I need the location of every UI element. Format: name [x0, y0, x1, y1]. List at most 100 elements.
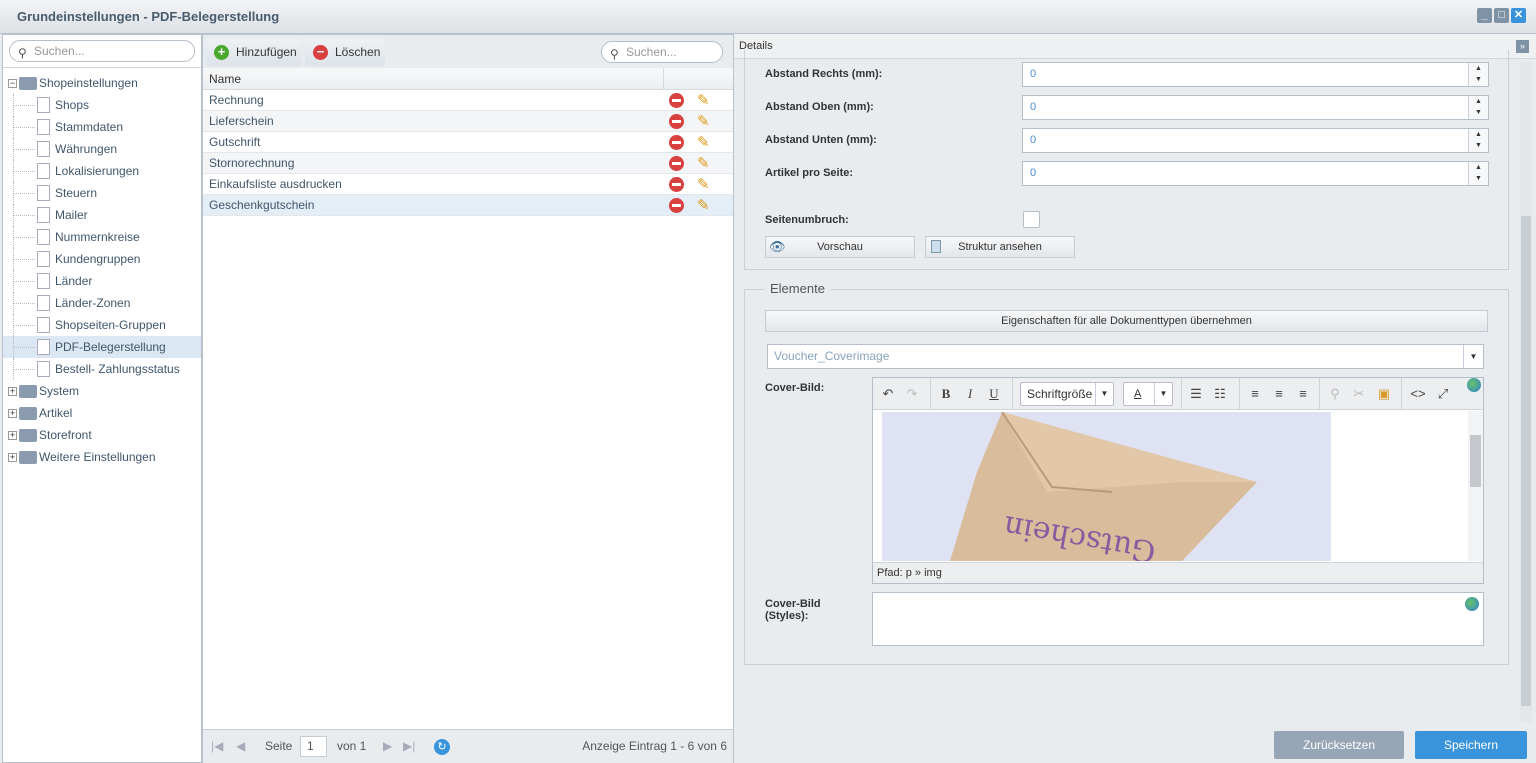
spinner-icon[interactable]: ▲ ▼ [1468, 63, 1488, 86]
collapse-icon[interactable]: − [8, 79, 17, 88]
save-button[interactable]: Speichern [1415, 731, 1527, 759]
cover-editor[interactable]: ↶ ↷ B I U Schriftgröße ▼ A ▼ ☰ ☷ ≡ ≡ ≡ ⚲ ✂… [872, 377, 1484, 584]
tree-folder[interactable]: + Artikel [3, 402, 201, 424]
cover-image[interactable]: Gutschein [882, 412, 1331, 561]
expand-icon[interactable]: + [8, 453, 17, 462]
globe-icon[interactable] [1467, 378, 1481, 392]
page-input[interactable]: 1 [300, 736, 327, 757]
text-color-button[interactable]: A ▼ [1123, 382, 1173, 406]
expand-icon[interactable]: + [8, 431, 17, 440]
edit-pencil-icon[interactable]: ✎ [697, 196, 710, 216]
reset-button[interactable]: Zurücksetzen [1274, 731, 1404, 759]
tree-item[interactable]: Lokalisierungen [3, 160, 201, 182]
edit-pencil-icon[interactable]: ✎ [697, 133, 710, 153]
structure-button[interactable]: Struktur ansehen [925, 236, 1075, 258]
tree-item[interactable]: Shops [3, 94, 201, 116]
chevron-down-icon[interactable]: ▼ [1463, 345, 1483, 368]
tree-folder-shopeinstellungen[interactable]: − Shopeinstellungen [3, 72, 201, 94]
insert-image-icon[interactable]: ▣ [1375, 378, 1393, 410]
cover-styles-input[interactable] [872, 592, 1484, 646]
spinner-icon[interactable]: ▲ ▼ [1468, 129, 1488, 152]
delete-row-icon[interactable] [669, 93, 684, 108]
editor-scrollbar[interactable] [1468, 411, 1483, 561]
table-row[interactable]: Geschenkgutschein ✎ [203, 195, 733, 216]
tree-folder[interactable]: + Storefront [3, 424, 201, 446]
pagebreak-checkbox[interactable] [1023, 211, 1040, 228]
tree-folder[interactable]: + Weitere Einstellungen [3, 446, 201, 468]
apply-all-button[interactable]: Eigenschaften für alle Dokumenttypen übe… [765, 310, 1488, 332]
spinner-icon[interactable]: ▲ ▼ [1468, 96, 1488, 119]
number-field[interactable]: 0 ▲ ▼ [1022, 62, 1489, 87]
delete-row-icon[interactable] [669, 114, 684, 129]
font-size-select[interactable]: Schriftgröße ▼ [1020, 382, 1114, 406]
italic-icon[interactable]: I [961, 378, 979, 410]
tree-folder[interactable]: + System [3, 380, 201, 402]
tree-item[interactable]: Währungen [3, 138, 201, 160]
tree-item[interactable]: Stammdaten [3, 116, 201, 138]
number-field[interactable]: 0 ▲ ▼ [1022, 161, 1489, 186]
tree-item[interactable]: Mailer [3, 204, 201, 226]
close-button[interactable]: ✕ [1511, 8, 1526, 23]
source-code-icon[interactable]: <> [1409, 378, 1427, 410]
add-button[interactable]: + Hinzufügen [206, 39, 302, 66]
bullet-list-icon[interactable]: ☰ [1187, 378, 1205, 410]
fullscreen-icon[interactable]: ⤢ [1434, 378, 1452, 410]
align-right-icon[interactable]: ≡ [1294, 378, 1312, 410]
expand-icon[interactable]: + [8, 387, 17, 396]
document-icon [37, 229, 50, 245]
collapse-panel-icon[interactable]: » [1516, 40, 1529, 53]
element-select[interactable]: Voucher_Coverimage ▼ [767, 344, 1484, 369]
tree-item[interactable]: Bestell- Zahlungsstatus [3, 358, 201, 380]
undo-icon[interactable]: ↶ [879, 378, 897, 410]
tree-item[interactable]: Kundengruppen [3, 248, 201, 270]
first-page-icon[interactable]: |◀ [211, 730, 223, 763]
preview-button[interactable]: 👁 Vorschau [765, 236, 915, 258]
delete-row-icon[interactable] [669, 198, 684, 213]
tree-item[interactable]: Länder-Zonen [3, 292, 201, 314]
minimize-button[interactable]: _ [1477, 8, 1492, 23]
underline-icon[interactable]: U [985, 378, 1003, 410]
tree-item[interactable]: Länder [3, 270, 201, 292]
redo-icon[interactable]: ↷ [903, 378, 921, 410]
next-page-icon[interactable]: ▶ [383, 730, 392, 763]
chevron-down-icon[interactable]: ▼ [1154, 383, 1172, 405]
grid-search-input[interactable]: ⚲ Suchen... [601, 41, 723, 63]
number-field[interactable]: 0 ▲ ▼ [1022, 95, 1489, 120]
edit-pencil-icon[interactable]: ✎ [697, 154, 710, 174]
plus-icon: + [214, 45, 229, 60]
spinner-icon[interactable]: ▲ ▼ [1468, 162, 1488, 185]
edit-pencil-icon[interactable]: ✎ [697, 112, 710, 132]
align-center-icon[interactable]: ≡ [1270, 378, 1288, 410]
details-scrollbar[interactable] [1520, 62, 1532, 722]
tree-item[interactable]: PDF-Belegerstellung [3, 336, 201, 358]
number-field[interactable]: 0 ▲ ▼ [1022, 128, 1489, 153]
tree-item[interactable]: Shopseiten-Gruppen [3, 314, 201, 336]
align-left-icon[interactable]: ≡ [1246, 378, 1264, 410]
link-icon[interactable]: ⚲ [1326, 378, 1344, 410]
table-row[interactable]: Einkaufsliste ausdrucken ✎ [203, 174, 733, 195]
table-row[interactable]: Rechnung ✎ [203, 90, 733, 111]
unlink-icon[interactable]: ✂ [1350, 378, 1368, 410]
delete-button[interactable]: − Löschen [305, 39, 385, 66]
chevron-down-icon[interactable]: ▼ [1095, 383, 1113, 405]
globe-icon[interactable] [1465, 597, 1479, 611]
tree-item[interactable]: Nummernkreise [3, 226, 201, 248]
tree-search-input[interactable]: ⚲ Suchen... [9, 40, 195, 62]
maximize-button[interactable]: □ [1494, 8, 1509, 23]
expand-icon[interactable]: + [8, 409, 17, 418]
table-row[interactable]: Gutschrift ✎ [203, 132, 733, 153]
column-header-name[interactable]: Name [203, 68, 733, 90]
refresh-icon[interactable]: ↻ [434, 739, 450, 755]
numbered-list-icon[interactable]: ☷ [1211, 378, 1229, 410]
table-row[interactable]: Lieferschein ✎ [203, 111, 733, 132]
edit-pencil-icon[interactable]: ✎ [697, 175, 710, 195]
delete-row-icon[interactable] [669, 156, 684, 171]
bold-icon[interactable]: B [937, 378, 955, 410]
tree-item[interactable]: Steuern [3, 182, 201, 204]
table-row[interactable]: Stornorechnung ✎ [203, 153, 733, 174]
edit-pencil-icon[interactable]: ✎ [697, 91, 710, 111]
delete-row-icon[interactable] [669, 177, 684, 192]
last-page-icon[interactable]: ▶| [403, 730, 415, 763]
delete-row-icon[interactable] [669, 135, 684, 150]
prev-page-icon[interactable]: ◀ [236, 730, 245, 763]
